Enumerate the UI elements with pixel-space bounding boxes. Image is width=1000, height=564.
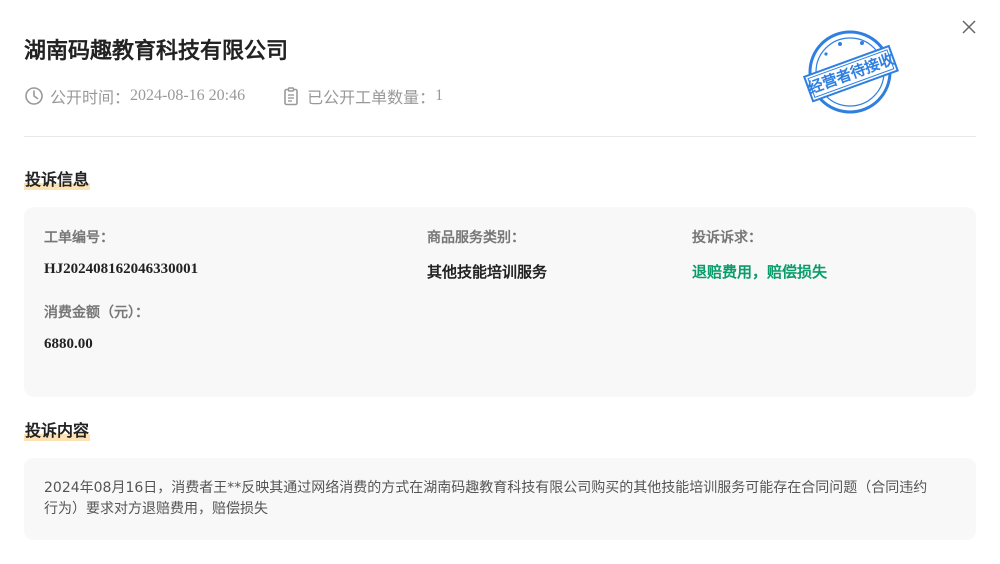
complaint-info-card: 工单编号： HJ202408162046330001 商品服务类别： 其他技能培… <box>24 207 976 397</box>
section-title-complaint-info: 投诉信息 <box>24 166 91 190</box>
company-name: 湖南码趣教育科技有限公司 <box>24 39 289 64</box>
demand-field: 投诉诉求： 退赔费用，赔偿损失 <box>692 227 827 282</box>
category-field: 商品服务类别： 其他技能培训服务 <box>427 227 547 282</box>
demand-value: 退赔费用，赔偿损失 <box>692 263 828 281</box>
complaint-detail-dialog: 湖南码趣教育科技有限公司 公开时间： 2024-08-16 20:46 已公开工单… <box>0 0 1000 564</box>
public-order-count: 已公开工单数量： 1 <box>281 84 443 108</box>
order-number-value: HJ202408162046330001 <box>44 261 199 277</box>
category-value: 其他技能培训服务 <box>427 263 548 281</box>
demand-label: 投诉诉求： <box>692 230 762 246</box>
category-label: 商品服务类别： <box>427 230 525 246</box>
divider <box>24 136 976 137</box>
amount-field: 消费金额（元）： 6880.00 <box>44 302 149 353</box>
order-number-field: 工单编号： HJ202408162046330001 <box>44 227 198 278</box>
publish-time-value: 2024-08-16 20:46 <box>130 87 246 104</box>
clock-icon <box>25 87 43 105</box>
meta-row: 公开时间： 2024-08-16 20:46 已公开工单数量： 1 <box>24 84 479 108</box>
order-number-label: 工单编号： <box>44 230 114 246</box>
publish-time: 公开时间： 2024-08-16 20:46 <box>24 84 245 108</box>
clipboard-icon <box>284 87 298 106</box>
amount-label: 消费金额（元）： <box>44 305 149 321</box>
complaint-content-text: 2024年08月16日，消费者王**反映其通过网络消费的方式在湖南码趣教育科技有… <box>44 480 928 517</box>
count-label: 已公开工单数量： <box>307 90 436 107</box>
section-title-complaint-content: 投诉内容 <box>24 417 91 441</box>
close-icon <box>962 20 976 34</box>
close-button[interactable] <box>958 16 980 38</box>
count-value: 1 <box>435 87 444 104</box>
status-stamp: 经营者待接收 <box>802 30 899 114</box>
complaint-content-card: 2024年08月16日，消费者王**反映其通过网络消费的方式在湖南码趣教育科技有… <box>24 458 976 540</box>
publish-time-label: 公开时间： <box>50 90 131 107</box>
amount-value: 6880.00 <box>44 336 93 352</box>
